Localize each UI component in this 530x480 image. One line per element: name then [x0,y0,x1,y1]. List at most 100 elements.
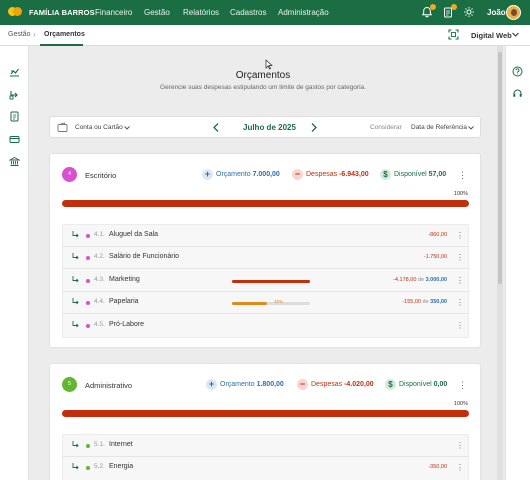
group-percent: 100% [453,191,468,197]
workspace-selector[interactable]: Digital Web [471,31,512,40]
sidebar-cards-icon[interactable] [9,134,20,145]
group-percent: 100% [453,401,468,407]
left-sidebar [0,46,29,480]
previous-month-button[interactable] [211,122,221,133]
available-stat: Disponível 57,00 [394,171,447,178]
group-progress-bar [62,200,469,207]
sidebar-bank-icon[interactable] [8,156,21,167]
category-name[interactable]: Salário de Funcionário [109,253,179,260]
tasks-document-icon[interactable] [442,4,457,18]
chevron-down-icon[interactable] [511,30,520,39]
brand-logo-icon[interactable] [8,7,22,17]
category-row[interactable]: 4.5. Pró-Labore ⋮ [63,315,468,337]
category-progress-fill [232,280,310,283]
category-row[interactable]: 4.2. Salário de Funcionário -1.750,00 ⋮ [63,247,468,269]
sidebar-transfers-icon[interactable] [9,89,20,100]
support-headset-icon[interactable] [512,88,523,99]
group-code-badge: 4 [62,167,77,182]
breadcrumb-active-underline [40,44,83,46]
right-sidebar [505,46,530,480]
group-name[interactable]: Administrativo [85,381,132,390]
category-row[interactable]: 4.4. Papelaria 45% -155,00 de 350,00 ⋮ [63,292,468,314]
page-subtitle: Gerencie suas despesas estipulando um li… [160,84,366,91]
sub-arrow-icon [71,252,80,261]
category-code: 4.5. [94,321,105,328]
expense-stat: Despesas -6.943,00 [306,171,369,178]
page-title: Orçamentos [235,70,291,81]
row-menu-kebab-icon[interactable]: ⋮ [456,297,464,308]
sub-arrow-icon [71,230,80,239]
breadcrumb-parent[interactable]: Gestão [8,31,31,38]
minus-icon: − [292,169,303,180]
sidebar-bills-icon[interactable] [9,111,20,122]
month-label[interactable]: Julho de 2025 [243,123,296,132]
account-filter[interactable]: Conta ou Cartão [75,124,123,131]
sub-arrow-icon [71,462,80,471]
notifications-bell-icon[interactable] [421,4,436,18]
scrollbar-thumb[interactable] [498,52,502,284]
sub-arrow-icon [71,297,80,306]
reference-date-select[interactable]: Data de Referência [411,124,467,131]
nav-administracao[interactable]: Administração [278,8,329,17]
sub-arrow-icon [71,440,80,449]
category-code: 5.1. [94,441,105,448]
category-name[interactable]: Papelaria [109,298,139,305]
nav-relatorios[interactable]: Relatórios [183,8,219,17]
group-menu-kebab-icon[interactable]: ⋮ [458,380,467,391]
scan-frame-icon[interactable] [448,29,459,40]
nav-gestao[interactable]: Gestão [144,8,170,17]
group-name[interactable]: Escritório [85,171,116,180]
sidebar-dashboard-icon[interactable] [9,67,20,78]
row-menu-kebab-icon[interactable]: ⋮ [456,440,464,451]
dollar-icon: $ [385,379,396,390]
row-menu-kebab-icon[interactable]: ⋮ [456,252,464,263]
plus-icon: + [206,379,217,390]
category-progress-bar [232,302,310,305]
settings-gear-icon[interactable] [463,6,475,18]
category-name[interactable]: Pró-Labore [109,321,144,328]
category-list: 4.1. Aluguel da Sala -860,00 ⋮ 4.2. Salá… [62,224,469,338]
category-code: 4.1. [94,231,105,238]
category-code: 4.2. [94,253,105,260]
top-navbar: FAMÍLIA BARROS Financeiro Gestão Relatór… [0,0,530,25]
category-name[interactable]: Internet [109,441,133,448]
category-row[interactable]: 4.1. Aluguel da Sala -860,00 ⋮ [63,225,468,247]
available-stat: Disponível 0,00 [399,381,448,388]
category-code: 4.4. [94,298,105,305]
category-spent-of-limit: -4.178,00 de 3.000,00 [393,277,447,283]
next-month-button[interactable] [309,122,319,133]
chevron-down-icon[interactable] [123,124,131,132]
mouse-cursor-icon [265,59,273,70]
wallet-icon[interactable] [57,122,68,133]
category-color-dot [86,234,90,238]
breadcrumb-current: Orçamentos [44,31,85,38]
help-icon[interactable] [512,66,523,77]
category-spent: -1.750,00 [423,254,447,260]
row-menu-kebab-icon[interactable]: ⋮ [456,275,464,286]
nav-cadastros[interactable]: Cadastros [230,8,266,17]
user-name[interactable]: João [487,8,506,17]
category-spent-of-limit: -155,00 de 350,00 [402,299,447,305]
category-color-dot [86,256,90,260]
category-row[interactable]: 4.3. Marketing -4.178,00 de 3.000,00 ⋮ [63,270,468,292]
row-menu-kebab-icon[interactable]: ⋮ [456,230,464,241]
chevron-down-icon[interactable] [467,124,475,132]
brand-name[interactable]: FAMÍLIA BARROS [29,8,95,17]
budget-group-card: 5 Administrativo + Orçamento 1.800,00 − … [49,363,481,480]
user-avatar[interactable] [506,5,521,20]
row-menu-kebab-icon[interactable]: ⋮ [456,462,464,473]
group-code-badge: 5 [62,377,77,392]
category-row[interactable]: 5.1. Internet ⋮ [63,435,468,457]
category-name[interactable]: Aluguel da Sala [109,231,158,238]
category-name[interactable]: Marketing [109,276,140,283]
category-color-dot [86,301,90,305]
category-progress-fill [232,302,268,305]
category-color-dot [86,324,90,328]
row-menu-kebab-icon[interactable]: ⋮ [456,320,464,331]
category-row[interactable]: 5.2. Energia -350,00 ⋮ [63,457,468,479]
category-code: 5.2. [94,463,105,470]
nav-financeiro[interactable]: Financeiro [95,8,132,17]
expense-stat: Despesas -4.020,00 [311,381,374,388]
group-menu-kebab-icon[interactable]: ⋮ [458,170,467,181]
category-name[interactable]: Energia [109,463,133,470]
